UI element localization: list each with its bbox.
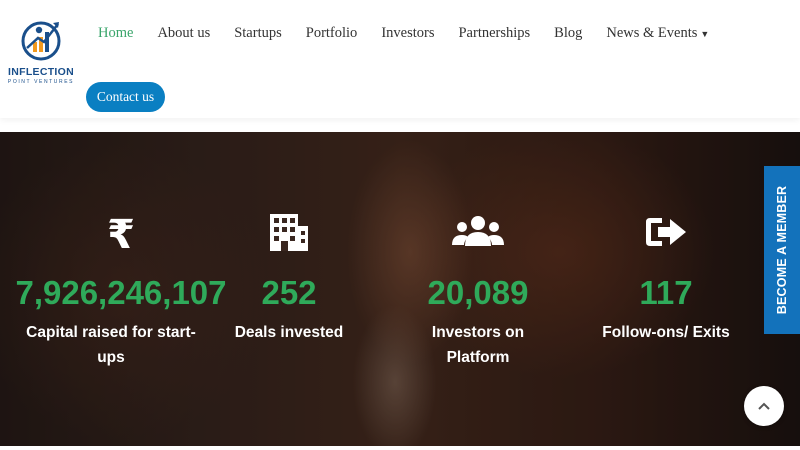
contact-us-button[interactable]: Contact us: [86, 82, 165, 112]
rupee-icon: ₹: [107, 212, 135, 252]
nav-investors[interactable]: Investors: [381, 25, 434, 42]
brand-logo[interactable]: INFLECTION POINT VENTURES: [4, 18, 78, 90]
nav-home[interactable]: Home: [98, 25, 133, 42]
nav-partnerships[interactable]: Partnerships: [458, 25, 530, 42]
chevron-up-icon: [758, 402, 770, 410]
stat-value: 20,089: [427, 274, 529, 311]
stats-hero: ₹ 7,926,246,107 Capital raised for start…: [0, 132, 800, 446]
stat-value: 252: [261, 274, 317, 311]
nav-news-events-label: News & Events: [606, 24, 698, 41]
building-icon: [270, 214, 308, 251]
scroll-to-top-button[interactable]: [744, 386, 784, 426]
become-member-label: BECOME A MEMBER: [775, 185, 789, 315]
exit-arrow-icon: [646, 218, 686, 246]
stat-label: Capital raised for start-ups: [26, 324, 196, 366]
brand-tagline: POINT VENTURES: [7, 79, 75, 85]
nav-startups[interactable]: Startups: [234, 25, 282, 42]
nav-news-events[interactable]: News & Events ▼: [606, 25, 709, 42]
main-nav: Home About us Startups Portfolio Investo…: [98, 22, 733, 44]
nav-portfolio[interactable]: Portfolio: [306, 25, 358, 42]
stat-label: Follow-ons/ Exits: [602, 324, 730, 341]
stat-value: 7,926,246,107: [15, 274, 227, 311]
site-header: INFLECTION POINT VENTURES Home About us …: [0, 0, 800, 118]
stat-value: 117: [639, 274, 693, 311]
nav-blog[interactable]: Blog: [554, 25, 582, 42]
brand-name: INFLECTION: [8, 66, 74, 78]
users-icon: [452, 216, 504, 246]
logo-mark-icon: [21, 21, 61, 61]
svg-text:₹: ₹: [107, 212, 135, 252]
stat-label: Deals invested: [234, 324, 344, 341]
chevron-down-icon: ▼: [700, 28, 710, 39]
nav-about-us[interactable]: About us: [157, 25, 210, 42]
become-member-tab[interactable]: BECOME A MEMBER: [764, 166, 800, 334]
stat-label: Investors on Platform: [431, 324, 525, 366]
